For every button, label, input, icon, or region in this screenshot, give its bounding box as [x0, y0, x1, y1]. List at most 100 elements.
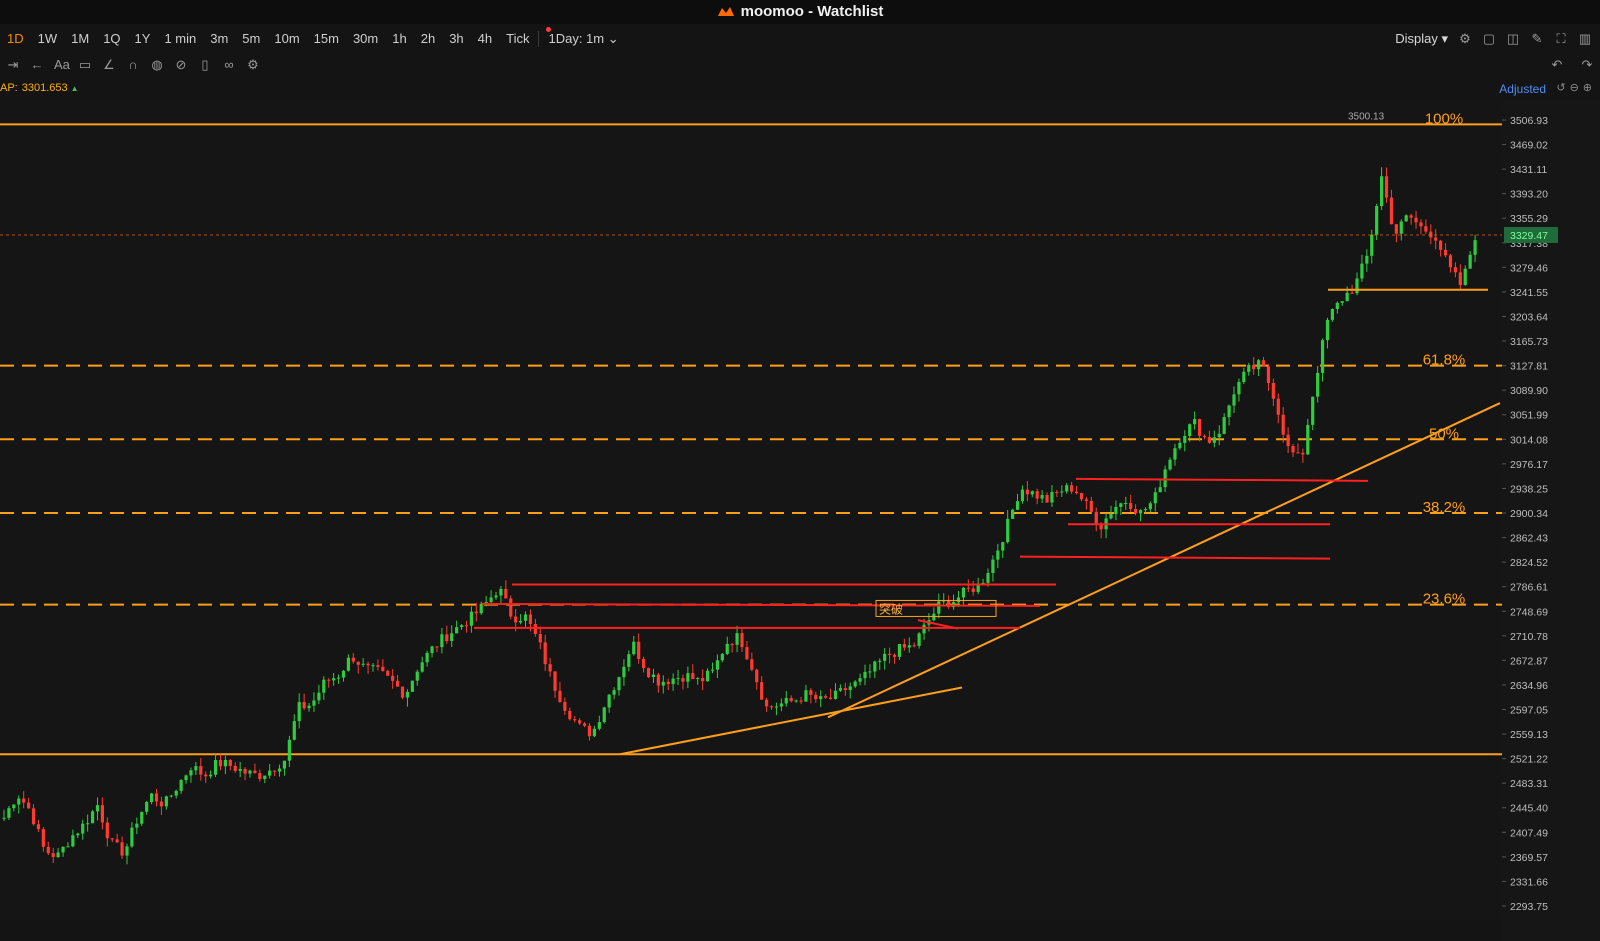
candle-body [184, 775, 188, 781]
candle-body [469, 611, 473, 626]
candle-body [81, 823, 85, 834]
candle-body [602, 707, 606, 723]
candle-body [1183, 436, 1187, 443]
candle-body [277, 768, 282, 772]
price-tick-label: 2293.75 [1510, 901, 1548, 913]
candle-body [1109, 514, 1113, 519]
candle-body [36, 824, 41, 830]
candle-body [327, 679, 331, 681]
candle-body [819, 696, 823, 700]
price-tick-label: 2824.52 [1510, 557, 1548, 569]
candle-body [696, 678, 700, 680]
price-tick-label: 2597.05 [1510, 704, 1548, 716]
candle-body [425, 652, 429, 663]
candle-body [1040, 495, 1044, 499]
candle-body [607, 694, 611, 708]
price-tick-label: 2559.13 [1510, 729, 1548, 741]
candle-body [440, 634, 444, 648]
candle-body [46, 846, 50, 854]
price-tick-label: 3469.02 [1510, 140, 1548, 152]
candle-body [332, 678, 336, 681]
candle-body [287, 739, 291, 761]
candle-body [464, 625, 469, 627]
candle-body [356, 661, 360, 665]
candle-body [307, 705, 311, 709]
candle-body [317, 692, 321, 701]
candle-body [322, 679, 326, 693]
candle-body [843, 688, 847, 691]
candle-body [646, 668, 651, 678]
candle-body [922, 624, 926, 634]
candle-body [1045, 495, 1049, 503]
price-chart[interactable]: 3506.933469.023431.113393.203355.293317.… [0, 0, 1600, 941]
price-tick-label: 3506.93 [1510, 115, 1548, 127]
candle-body [297, 702, 301, 722]
candle-body [582, 723, 587, 726]
candle-body [110, 838, 114, 840]
candle-body [1276, 398, 1280, 415]
candle-body [686, 673, 690, 682]
candle-body [76, 833, 80, 836]
candle-body [159, 801, 164, 807]
candle-body [1006, 518, 1010, 543]
candle-body [848, 686, 852, 691]
candle-body [41, 829, 45, 847]
candle-body [509, 598, 513, 617]
candle-body [1050, 491, 1054, 503]
candle-body [907, 645, 911, 648]
candle-body [1055, 491, 1059, 493]
candle-body [1134, 508, 1138, 514]
candle-body [1030, 491, 1034, 495]
candle-body [1143, 509, 1148, 511]
candle-body [1320, 340, 1325, 373]
candle-body [715, 660, 719, 670]
candle-body [1158, 487, 1162, 493]
candle-body [1148, 503, 1152, 510]
candle-body [1375, 206, 1379, 235]
candle-body [268, 770, 272, 776]
candle-body [218, 760, 223, 767]
candle-body [1114, 506, 1118, 515]
candle-body [523, 614, 528, 621]
candle-body [917, 633, 921, 646]
candle-body [1424, 226, 1428, 232]
candle-body [90, 811, 95, 824]
candle-body [824, 696, 828, 698]
candle-body [1129, 503, 1133, 509]
candle-body [1247, 364, 1251, 372]
candle-body [1350, 292, 1354, 294]
candle-body [578, 720, 582, 724]
candle-body [779, 703, 783, 707]
candle-body [986, 572, 990, 583]
candle-body [499, 588, 503, 596]
candle-body [2, 817, 6, 819]
candle-body [238, 768, 242, 771]
price-tick-label: 2483.31 [1510, 778, 1548, 790]
candle-body [794, 700, 798, 702]
candle-body [1301, 452, 1305, 455]
candle-body [1419, 222, 1423, 227]
candle-body [1389, 197, 1394, 225]
candle-body [1325, 319, 1330, 341]
candle-body [100, 805, 104, 823]
candle-body [740, 633, 744, 648]
candle-body [755, 669, 759, 683]
candle-body [873, 661, 877, 672]
candle-body [459, 625, 464, 628]
candle-body [1434, 237, 1438, 241]
price-tick-label: 3203.64 [1510, 311, 1548, 323]
candle-body [612, 690, 616, 695]
candle-body [105, 822, 109, 839]
candle-body [587, 725, 592, 737]
candle-body [538, 633, 542, 643]
candle-body [391, 675, 395, 681]
candle-body [263, 775, 267, 780]
candle-body [450, 633, 454, 641]
candle-body [597, 722, 601, 729]
candle-body [273, 770, 277, 772]
candle-body [258, 773, 262, 780]
annotation-text: 突破 [879, 601, 903, 616]
candle-body [95, 805, 100, 812]
candle-body [661, 681, 665, 686]
candle-body [789, 698, 793, 702]
